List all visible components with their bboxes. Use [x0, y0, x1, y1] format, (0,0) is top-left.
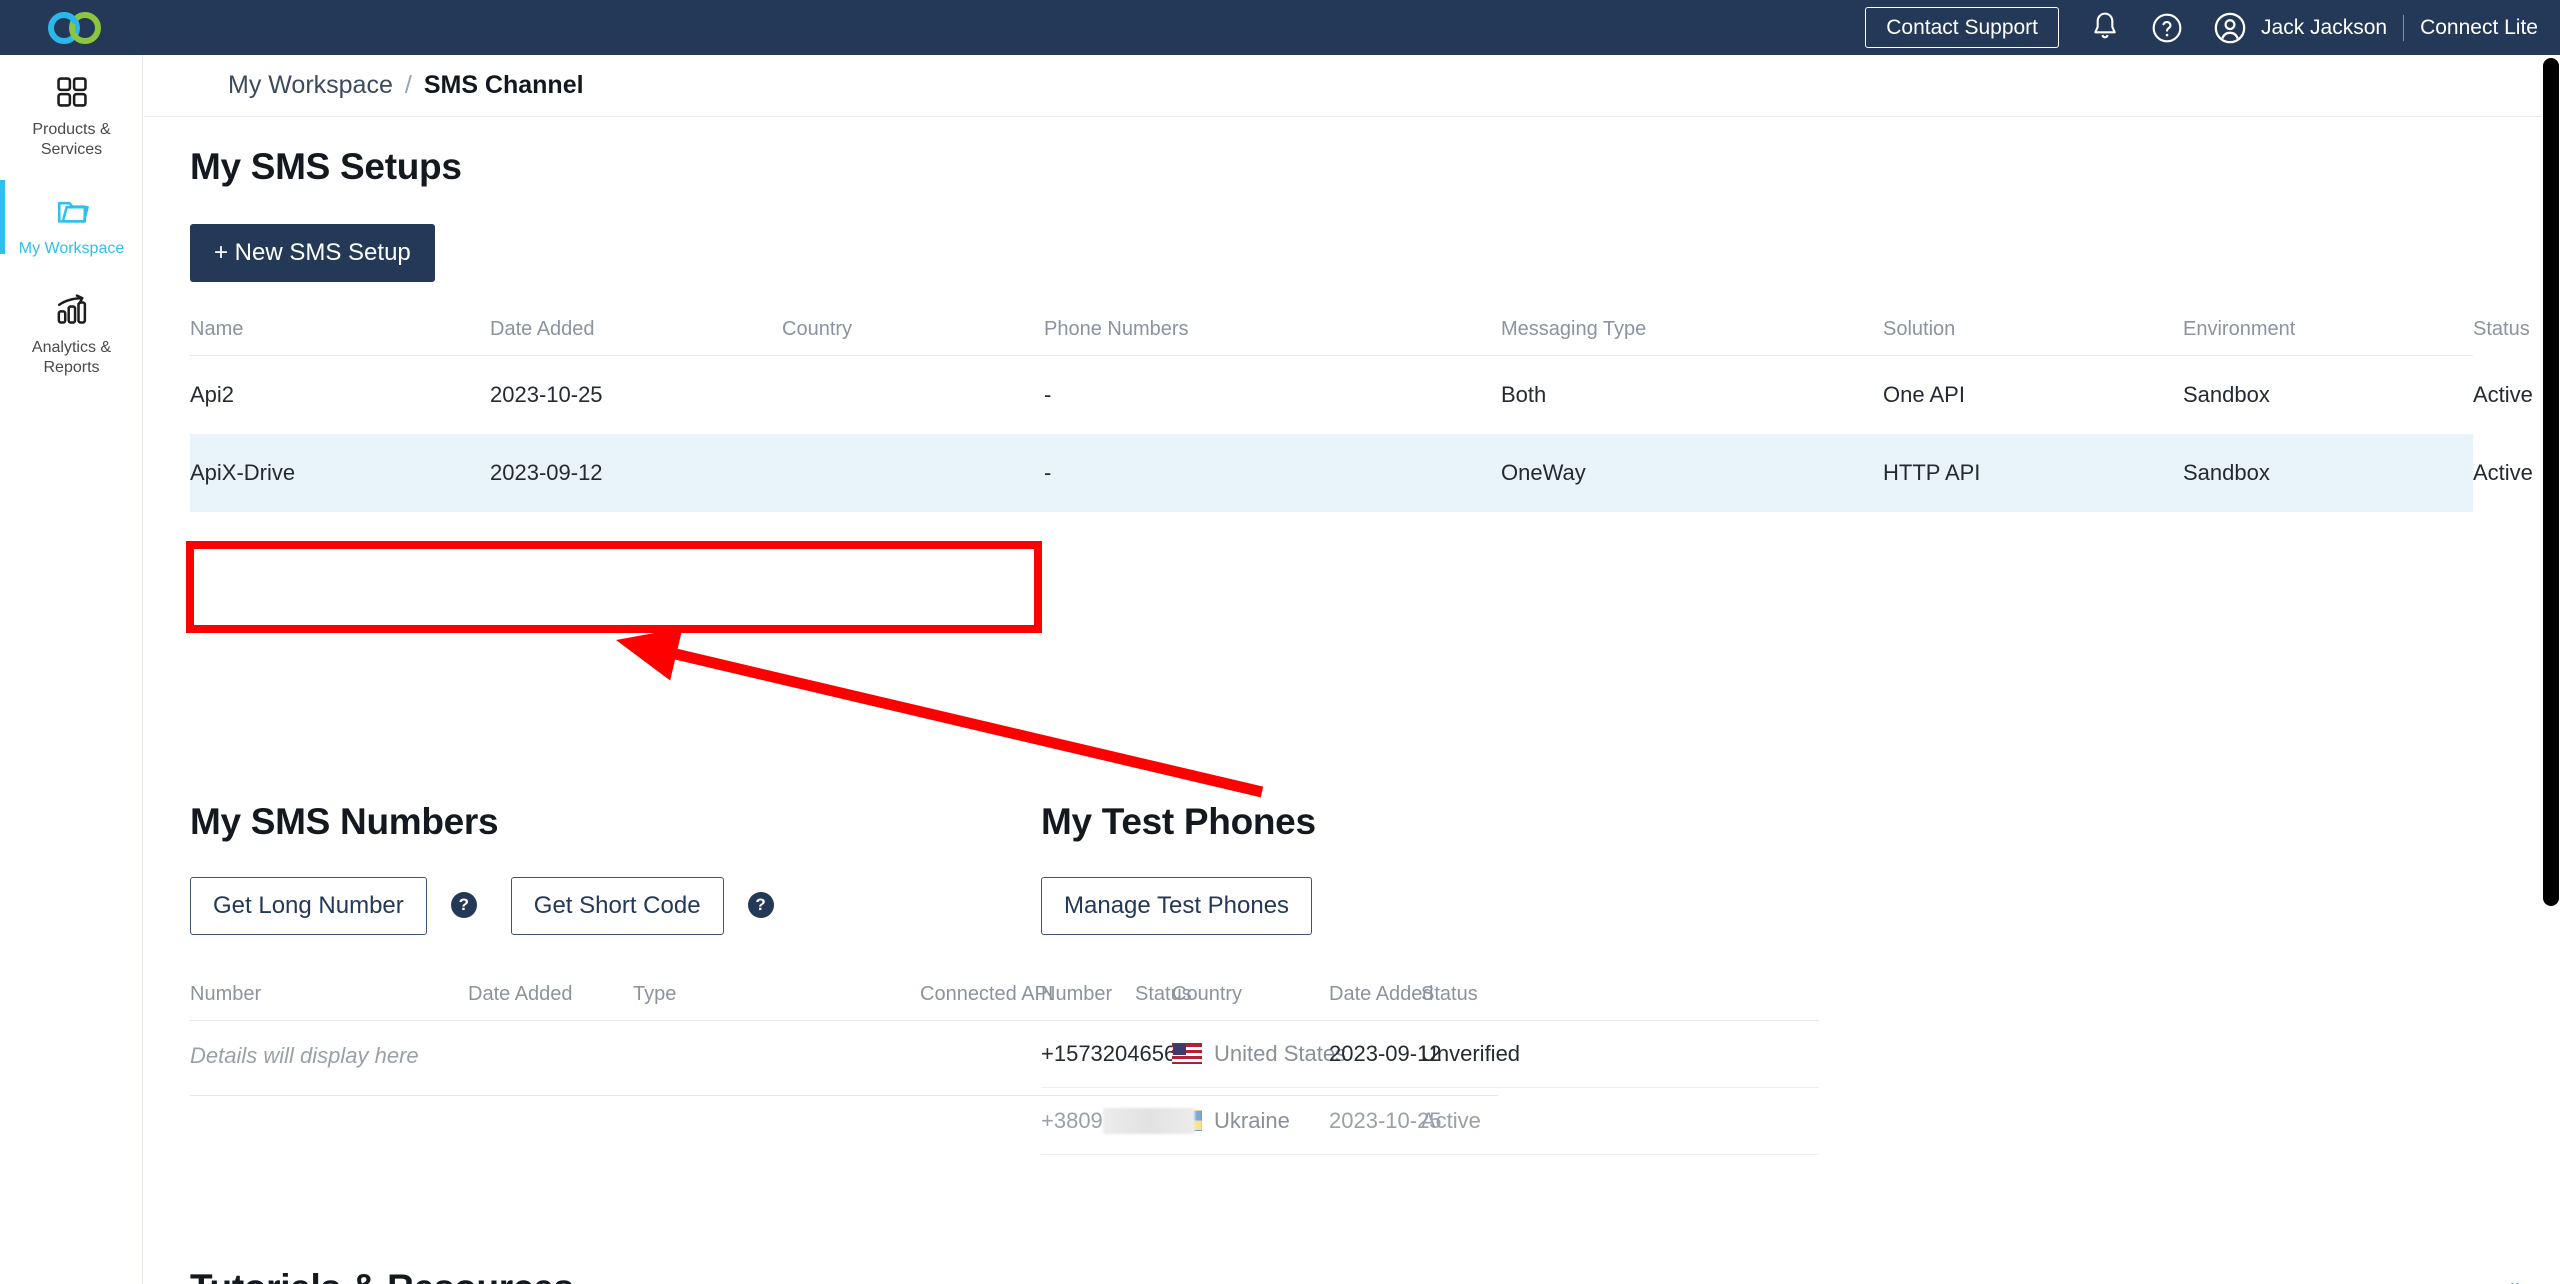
vertical-scrollbar-track[interactable] — [2542, 55, 2560, 1284]
top-bar-divider — [2403, 14, 2405, 41]
column-header-messaging-type: Messaging Type — [1501, 318, 1647, 340]
cell-phone-numbers: - — [1044, 382, 1052, 407]
country-name-label: United States — [1214, 1041, 1347, 1066]
table-header-row: Number Country Date Added Status — [1041, 983, 1819, 1021]
vertical-scrollbar-thumb[interactable] — [2543, 58, 2559, 906]
grid-squares-icon — [6, 71, 137, 113]
cell-name: ApiX-Drive — [190, 460, 296, 485]
cell-date-added: 2023-09-12 — [1329, 1041, 1442, 1066]
cell-phone-numbers: - — [1044, 460, 1052, 485]
flag-united-states-icon — [1172, 1043, 1202, 1064]
get-short-code-button[interactable]: Get Short Code — [510, 877, 724, 935]
app-root: Contact Support Jack Jackson Connect Lit… — [0, 0, 2560, 1284]
tutorials-section: Tutorials & Resources See All — [190, 1267, 2520, 1284]
user-avatar-icon[interactable] — [2213, 11, 2247, 45]
new-sms-setup-button[interactable]: + New SMS Setup — [190, 224, 435, 282]
column-header-type: Type — [633, 983, 677, 1005]
column-header-environment: Environment — [2183, 318, 2296, 340]
sms-setups-section: My SMS Setups + New SMS Setup Name Date … — [190, 146, 2533, 512]
cell-date-added: 2023-10-25 — [1329, 1108, 1442, 1133]
column-header-number: Number — [1041, 983, 1113, 1005]
get-long-number-help-icon[interactable]: ? — [450, 892, 477, 918]
column-header-date-added: Date Added — [1329, 983, 1434, 1005]
cell-date-added: 2023-09-12 — [490, 460, 603, 485]
table-row[interactable]: +15732046568 United States 2023-09-12 Un… — [1041, 1021, 1819, 1088]
cell-country — [782, 356, 1044, 435]
cell-country — [782, 434, 1044, 512]
table-header-row: Name Date Added Country Phone Numbers Me… — [190, 318, 2530, 356]
sidebar-item-my-workspace[interactable]: My Workspace — [0, 174, 143, 273]
phone-number-prefix: +3809 — [1041, 1108, 1103, 1133]
column-header-name: Name — [190, 318, 244, 340]
folder-icon — [6, 190, 137, 232]
cell-solution: HTTP API — [1883, 460, 1981, 485]
sms-setups-table: Name Date Added Country Phone Numbers Me… — [190, 318, 2533, 512]
column-header-date-added: Date Added — [468, 983, 573, 1005]
column-header-number: Number — [190, 983, 262, 1005]
column-header-country: Country — [1172, 983, 1243, 1005]
plan-name-label[interactable]: Connect Lite — [2420, 16, 2538, 40]
cell-status: Active — [1421, 1108, 1481, 1133]
cell-status: Unverified — [1421, 1041, 1521, 1066]
cell-date-added: 2023-10-25 — [490, 382, 603, 407]
cell-country: Ukraine — [1172, 1088, 1329, 1155]
table-row[interactable]: +3809 Ukraine 2023-10-25 Active — [1041, 1088, 1819, 1155]
left-sidebar: Products & Services My Workspace Analyti… — [0, 55, 143, 1284]
country-name-label: Ukraine — [1214, 1108, 1290, 1133]
column-header-status: Status — [1421, 983, 1478, 1005]
breadcrumb-separator: / — [404, 71, 412, 99]
column-header-solution: Solution — [1883, 318, 1956, 340]
bar-chart-arrow-icon — [6, 289, 137, 331]
sidebar-item-label: My Workspace — [18, 240, 125, 257]
column-header-country: Country — [782, 318, 853, 340]
top-bar-actions: Contact Support Jack Jackson Connect Lit… — [1865, 0, 2538, 55]
top-bar: Contact Support Jack Jackson Connect Lit… — [0, 0, 2560, 55]
sidebar-item-label: Products & Services — [32, 121, 111, 158]
brand-logo[interactable] — [42, 8, 108, 48]
column-header-date-added: Date Added — [490, 318, 595, 340]
cell-name: Api2 — [190, 382, 235, 407]
table-row[interactable]: Api2 2023-10-25 - Both One API Sandbox A… — [190, 356, 2533, 435]
help-question-icon[interactable] — [2151, 12, 2183, 44]
cell-messaging-type: Both — [1501, 382, 1547, 407]
main-content: My SMS Setups + New SMS Setup Name Date … — [144, 117, 2560, 1284]
table-row[interactable]: ApiX-Drive 2023-09-12 - OneWay HTTP API … — [190, 434, 2533, 512]
bell-icon[interactable] — [2089, 11, 2121, 45]
test-phones-section: My Test Phones Manage Test Phones Number… — [1041, 801, 2041, 1155]
manage-test-phones-button[interactable]: Manage Test Phones — [1041, 877, 1313, 935]
cell-number: +15732046568 — [1041, 1041, 1189, 1066]
sidebar-item-label: Analytics & Reports — [31, 339, 112, 376]
user-name-label[interactable]: Jack Jackson — [2261, 16, 2387, 40]
cell-country: United States — [1172, 1021, 1346, 1088]
redacted-digits — [1102, 1108, 1195, 1134]
sidebar-item-products-services[interactable]: Products & Services — [0, 55, 143, 174]
cell-environment: Sandbox — [2183, 382, 2270, 407]
test-phones-table: Number Country Date Added Status +157320… — [1041, 983, 1819, 1155]
cell-solution: One API — [1883, 382, 1965, 407]
see-all-link[interactable]: See All — [2448, 1279, 2520, 1284]
sidebar-item-analytics-reports[interactable]: Analytics & Reports — [0, 273, 143, 392]
get-short-code-help-icon[interactable]: ? — [747, 892, 774, 918]
cell-environment: Sandbox — [2183, 460, 2270, 485]
breadcrumb-parent[interactable]: My Workspace — [228, 71, 393, 100]
breadcrumb-current: SMS Channel — [423, 71, 584, 99]
cell-number: +3809 — [1041, 1088, 1195, 1155]
get-long-number-button[interactable]: Get Long Number — [190, 877, 427, 935]
cell-messaging-type: OneWay — [1501, 460, 1586, 485]
tutorials-title: Tutorials & Resources — [190, 1267, 574, 1284]
breadcrumb: My Workspace / SMS Channel — [144, 55, 2560, 117]
page-title: My SMS Setups — [190, 146, 462, 187]
test-phones-title: My Test Phones — [1041, 801, 1316, 842]
column-header-phone-numbers: Phone Numbers — [1044, 318, 1189, 340]
contact-support-button[interactable]: Contact Support — [1865, 7, 2060, 48]
